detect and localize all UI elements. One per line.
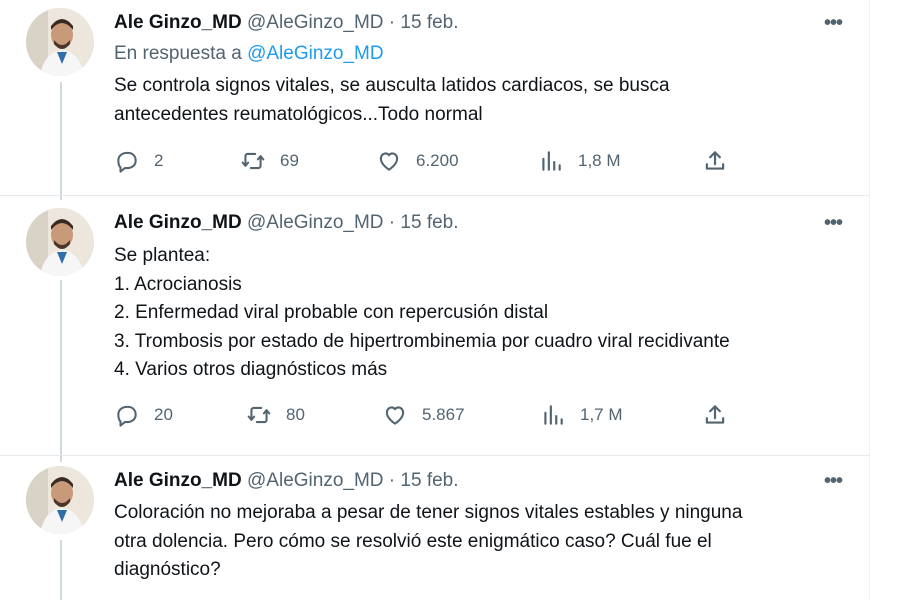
more-options-icon[interactable]: ••• <box>824 12 843 35</box>
tweet[interactable]: Ale Ginzo_MD @AleGinzo_MD · 15 feb. ••• … <box>0 456 870 600</box>
author-name[interactable]: Ale Ginzo_MD <box>114 12 242 33</box>
views-icon <box>544 405 563 425</box>
reply-button[interactable]: 2 <box>114 148 163 174</box>
reply-context: En respuesta a @AleGinzo_MD <box>114 42 384 66</box>
retweet-count: 80 <box>286 405 305 424</box>
retweet-icon <box>247 406 271 424</box>
view-count: 1,7 M <box>580 405 623 424</box>
tweet-text-line: Se controla signos vitales, se ausculta … <box>114 75 670 96</box>
tweet-header: Ale Ginzo_MD @AleGinzo_MD · 15 feb. <box>114 210 459 236</box>
share-button[interactable] <box>702 148 728 174</box>
tweet-text-line: otra dolencia. Pero cómo se resolvió est… <box>114 530 712 552</box>
tweet-text-line: 1. Acrocianosis <box>114 273 242 295</box>
tweet-thread: Ale Ginzo_MD @AleGinzo_MD · 15 feb. ••• … <box>0 0 870 600</box>
tweet-actions: 20 80 5.867 1,7 M <box>114 402 754 432</box>
retweet-button[interactable]: 80 <box>246 402 305 428</box>
retweet-icon <box>241 152 265 170</box>
heart-icon <box>379 152 399 171</box>
author-handle[interactable]: @AleGinzo_MD <box>247 12 384 33</box>
tweet-date[interactable]: 15 feb. <box>400 212 458 233</box>
reply-mention-link[interactable]: @AleGinzo_MD <box>247 43 384 64</box>
more-options-icon[interactable]: ••• <box>824 470 843 493</box>
tweet[interactable]: Ale Ginzo_MD @AleGinzo_MD · 15 feb. ••• … <box>0 0 870 194</box>
tweet-text: Se plantea: 1. Acrocianosis 2. Enfermeda… <box>114 242 834 385</box>
tweet-text-line: 3. Trombosis por estado de hipertrombine… <box>114 330 730 352</box>
tweet-header: Ale Ginzo_MD @AleGinzo_MD · 15 feb. <box>114 10 459 36</box>
share-button[interactable] <box>702 402 728 428</box>
like-count: 6.200 <box>416 151 459 170</box>
more-options-icon[interactable]: ••• <box>824 212 843 235</box>
tweet-actions: 2 69 6.200 1,8 M <box>114 148 754 178</box>
view-count: 1,8 M <box>578 151 621 170</box>
avatar[interactable] <box>26 208 94 276</box>
author-handle[interactable]: @AleGinzo_MD <box>247 212 384 233</box>
reply-count: 2 <box>154 151 164 170</box>
views-button[interactable]: 1,8 M <box>538 148 621 174</box>
views-button[interactable]: 1,7 M <box>540 402 623 428</box>
like-button[interactable]: 6.200 <box>376 148 459 174</box>
separator: · <box>388 212 396 233</box>
author-name[interactable]: Ale Ginzo_MD <box>114 470 242 491</box>
tweet[interactable]: Ale Ginzo_MD @AleGinzo_MD · 15 feb. ••• … <box>0 196 870 454</box>
heart-icon <box>385 406 405 425</box>
avatar[interactable] <box>26 8 94 76</box>
views-icon <box>542 151 561 171</box>
reply-count: 20 <box>154 405 173 424</box>
tweet-text-line: 2. Enfermedad viral probable con repercu… <box>114 302 549 323</box>
reply-prefix: En respuesta a <box>114 43 242 64</box>
tweet-text-line: 4. Varios otros diagnósticos más <box>114 359 388 380</box>
reply-icon <box>117 405 137 427</box>
reply-button[interactable]: 20 <box>114 402 173 428</box>
separator: · <box>388 12 396 33</box>
tweet-date[interactable]: 15 feb. <box>400 12 458 33</box>
tweet-text: Coloración no mejoraba a pesar de tener … <box>114 499 834 585</box>
tweet-text-line: diagnóstico? <box>114 559 221 580</box>
tweet-header: Ale Ginzo_MD @AleGinzo_MD · 15 feb. <box>114 468 459 494</box>
retweet-count: 69 <box>280 151 299 170</box>
tweet-text-line: Se plantea: <box>114 245 211 266</box>
avatar[interactable] <box>26 466 94 534</box>
tweet-text-line: Coloración no mejoraba a pesar de tener … <box>114 502 743 523</box>
author-name[interactable]: Ale Ginzo_MD <box>114 212 242 233</box>
author-handle[interactable]: @AleGinzo_MD <box>247 470 384 491</box>
reply-icon <box>117 151 137 173</box>
tweet-text-line: antecedentes reumatológicos...Todo norma… <box>114 103 483 125</box>
tweet-date[interactable]: 15 feb. <box>400 470 458 491</box>
like-button[interactable]: 5.867 <box>382 402 465 428</box>
tweet-text: Se controla signos vitales, se ausculta … <box>114 72 834 129</box>
share-icon <box>705 405 725 424</box>
share-icon <box>705 151 725 170</box>
separator: · <box>388 470 396 491</box>
like-count: 5.867 <box>422 405 465 424</box>
retweet-button[interactable]: 69 <box>240 148 299 174</box>
